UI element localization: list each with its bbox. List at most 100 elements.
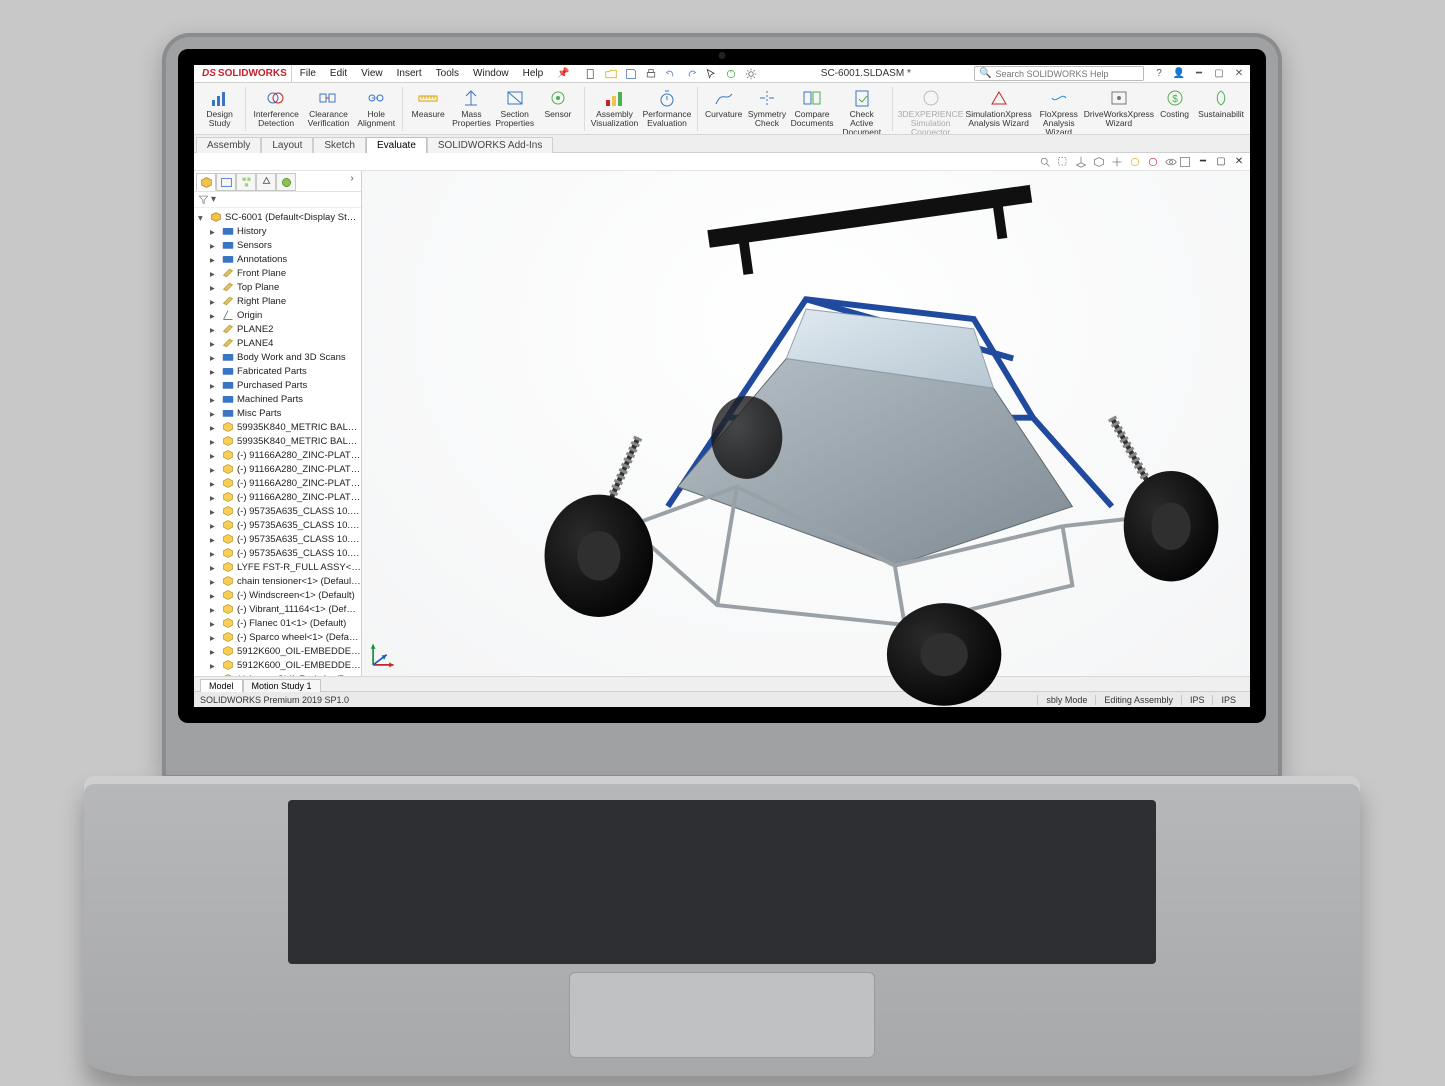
tree-item[interactable]: ▸(-) 95735A635_CLASS 10.9 STEEL … bbox=[210, 532, 361, 546]
zoom-area-icon[interactable] bbox=[1056, 155, 1070, 169]
ribbon-costing-button[interactable]: $Costing bbox=[1153, 85, 1196, 119]
rebuild-icon[interactable] bbox=[724, 67, 738, 81]
ribbon-symmetry-button[interactable]: Symmetry Check bbox=[745, 85, 788, 128]
zoom-fit-icon[interactable] bbox=[1038, 155, 1052, 169]
ribbon-sensor-button[interactable]: Sensor bbox=[536, 85, 579, 119]
tree-item[interactable]: ▸Body Work and 3D Scans bbox=[210, 350, 361, 364]
display-style-icon[interactable] bbox=[1092, 155, 1106, 169]
command-tab-sketch[interactable]: Sketch bbox=[313, 137, 366, 153]
tree-item[interactable]: ▸chain tensioner<1> (Default) … bbox=[210, 574, 361, 588]
close-icon[interactable]: ✕ bbox=[1232, 67, 1246, 81]
maximize-icon[interactable]: ▢ bbox=[1212, 67, 1226, 81]
tree-item[interactable]: ▸59935K840_METRIC BALL JOINT F… bbox=[210, 420, 361, 434]
command-tab-layout[interactable]: Layout bbox=[261, 137, 313, 153]
tree-item[interactable]: ▸(-) Vibrant_11164<1> (Default) bbox=[210, 602, 361, 616]
tree-item[interactable]: ▸Machined Parts bbox=[210, 392, 361, 406]
tree-filter[interactable]: ▾ bbox=[194, 192, 361, 208]
ribbon-hole-button[interactable]: Hole Alignment bbox=[355, 85, 398, 128]
tree-item[interactable]: ▸Misc Parts bbox=[210, 406, 361, 420]
tree-item[interactable]: ▸(-) Flanec 01<1> (Default) bbox=[210, 616, 361, 630]
property-manager-tab[interactable] bbox=[216, 173, 236, 191]
pane-max-icon[interactable]: ▢ bbox=[1214, 155, 1228, 169]
dimxpert-manager-tab[interactable] bbox=[256, 173, 276, 191]
ribbon-simx-button[interactable]: SimulationXpress Analysis Wizard bbox=[965, 85, 1033, 128]
tree-item[interactable]: ▸Right Plane bbox=[210, 294, 361, 308]
appearance-icon[interactable] bbox=[1146, 155, 1160, 169]
display-manager-tab[interactable] bbox=[276, 173, 296, 191]
menu-window[interactable]: Window bbox=[467, 67, 515, 80]
ribbon-interference-button[interactable]: Interference Detection bbox=[250, 85, 302, 128]
new-icon[interactable] bbox=[584, 67, 598, 81]
scene-icon[interactable] bbox=[1128, 155, 1142, 169]
pane-min-icon[interactable]: ━ bbox=[1196, 155, 1210, 169]
save-icon[interactable] bbox=[624, 67, 638, 81]
ribbon-ruler-button[interactable]: Measure bbox=[407, 85, 450, 119]
tree-item[interactable]: ▸PLANE4 bbox=[210, 336, 361, 350]
options-icon[interactable] bbox=[744, 67, 758, 81]
tree-item[interactable]: ▸Top Plane bbox=[210, 280, 361, 294]
tree-item[interactable]: ▸PLANE2 bbox=[210, 322, 361, 336]
tree-item[interactable]: ▸(-) 95735A635_CLASS 10.9 STEEL … bbox=[210, 546, 361, 560]
tree-item[interactable]: ▸5912K600_OIL-EMBEDDED MOUN… bbox=[210, 644, 361, 658]
tree-item[interactable]: ▸(-) Sparco wheel<1> (Default<<D… bbox=[210, 630, 361, 644]
ribbon-clearance-button[interactable]: Clearance Verification bbox=[302, 85, 354, 128]
tree-root[interactable]: ▾SC-6001 (Default<Display State-1>) bbox=[198, 210, 361, 224]
bottom-tab-motion-study-1[interactable]: Motion Study 1 bbox=[243, 679, 321, 692]
tree-item[interactable]: ▸59935K840_METRIC BALL JOINT F… bbox=[210, 434, 361, 448]
tree-item[interactable]: ▸(-) 91166A280_ZINC-PLATED STE… bbox=[210, 476, 361, 490]
ribbon-stopwatch-button[interactable]: Performance Evaluation bbox=[641, 85, 694, 128]
command-tab-assembly[interactable]: Assembly bbox=[196, 137, 261, 153]
open-icon[interactable] bbox=[604, 67, 618, 81]
tree-item[interactable]: ▸(-) Windscreen<1> (Default) bbox=[210, 588, 361, 602]
ribbon-flox-button[interactable]: FloXpress Analysis Wizard bbox=[1033, 85, 1085, 135]
menu-view[interactable]: View bbox=[355, 67, 389, 80]
pane-close-icon[interactable]: ✕ bbox=[1232, 155, 1246, 169]
menu-help[interactable]: Help bbox=[517, 67, 550, 80]
tree-item[interactable]: ▸(-) 91166A280_ZINC-PLATED STE… bbox=[210, 448, 361, 462]
menu-tools[interactable]: Tools bbox=[430, 67, 465, 80]
print-icon[interactable] bbox=[644, 67, 658, 81]
select-icon[interactable] bbox=[704, 67, 718, 81]
section-view-icon[interactable] bbox=[1110, 155, 1124, 169]
ribbon-section-button[interactable]: Section Properties bbox=[493, 85, 536, 128]
tree-item[interactable]: ▸History bbox=[210, 224, 361, 238]
model-view[interactable] bbox=[362, 171, 1250, 676]
bottom-tab-model[interactable]: Model bbox=[200, 679, 243, 692]
pane-undock-icon[interactable] bbox=[1178, 155, 1192, 169]
menu-pin-icon[interactable]: 📌 bbox=[551, 67, 575, 80]
feature-tree-tab[interactable] bbox=[196, 173, 216, 191]
expand-tree-icon[interactable]: › bbox=[345, 173, 359, 191]
menu-edit[interactable]: Edit bbox=[324, 67, 353, 80]
configuration-manager-tab[interactable] bbox=[236, 173, 256, 191]
tree-item[interactable]: ▸Fabricated Parts bbox=[210, 364, 361, 378]
undo-icon[interactable] bbox=[664, 67, 678, 81]
tree-item[interactable]: ▸(-) 91166A280_ZINC-PLATED STE… bbox=[210, 462, 361, 476]
ribbon-assemblyviz-button[interactable]: Assembly Visualization bbox=[588, 85, 640, 128]
view-orientation-icon[interactable] bbox=[1074, 155, 1088, 169]
tree-item[interactable]: ▸(-) 95735A635_CLASS 10.9 STEEL … bbox=[210, 504, 361, 518]
ribbon-compare-button[interactable]: Compare Documents bbox=[789, 85, 836, 128]
ribbon-chart-button[interactable]: Design Study bbox=[198, 85, 241, 128]
command-tab-evaluate[interactable]: Evaluate bbox=[366, 137, 427, 153]
user-icon[interactable]: 👤 bbox=[1172, 67, 1186, 81]
tree-item[interactable]: ▸Front Plane bbox=[210, 266, 361, 280]
tree-item[interactable]: ▸5912K600_OIL-EMBEDDED MOUN… bbox=[210, 658, 361, 672]
ribbon-curvature-button[interactable]: Curvature bbox=[702, 85, 745, 119]
tree-item[interactable]: ▸LYFE FST-R_FULL ASSY<1> (Defa… bbox=[210, 560, 361, 574]
ribbon-scale-button[interactable]: Mass Properties bbox=[450, 85, 493, 128]
search-help[interactable]: 🔍 bbox=[974, 66, 1144, 81]
hide-show-icon[interactable] bbox=[1164, 155, 1178, 169]
menu-file[interactable]: File bbox=[294, 67, 322, 80]
tree-item[interactable]: ▸Origin bbox=[210, 308, 361, 322]
tree-item[interactable]: ▸(-) 91166A280_ZINC-PLATED STE… bbox=[210, 490, 361, 504]
tree-item[interactable]: ▸Annotations bbox=[210, 252, 361, 266]
search-input[interactable] bbox=[995, 69, 1139, 79]
minimize-icon[interactable]: ━ bbox=[1192, 67, 1206, 81]
ribbon-checkdoc-button[interactable]: Check Active Document bbox=[836, 85, 888, 135]
ribbon-dwx-button[interactable]: DriveWorksXpress Wizard bbox=[1085, 85, 1153, 128]
tree-root-label[interactable]: SC-6001 (Default<Display State-1>) bbox=[225, 212, 361, 223]
help-icon[interactable]: ? bbox=[1152, 67, 1166, 81]
redo-icon[interactable] bbox=[684, 67, 698, 81]
command-tab-solidworks-add-ins[interactable]: SOLIDWORKS Add-Ins bbox=[427, 137, 553, 153]
menu-insert[interactable]: Insert bbox=[391, 67, 428, 80]
